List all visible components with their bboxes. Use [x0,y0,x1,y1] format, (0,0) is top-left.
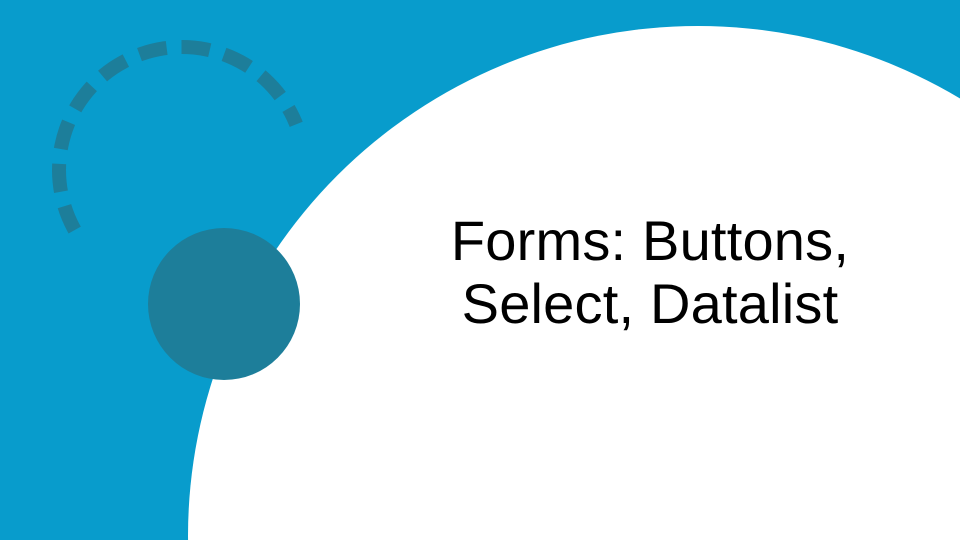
slide-title: Forms: Buttons, Select, Datalist [370,210,930,335]
slide-title-line1: Forms: Buttons, [451,209,849,272]
slide-title-line2: Select, Datalist [462,272,839,335]
title-slide: Forms: Buttons, Select, Datalist [0,0,960,540]
small-teal-circle [148,228,300,380]
